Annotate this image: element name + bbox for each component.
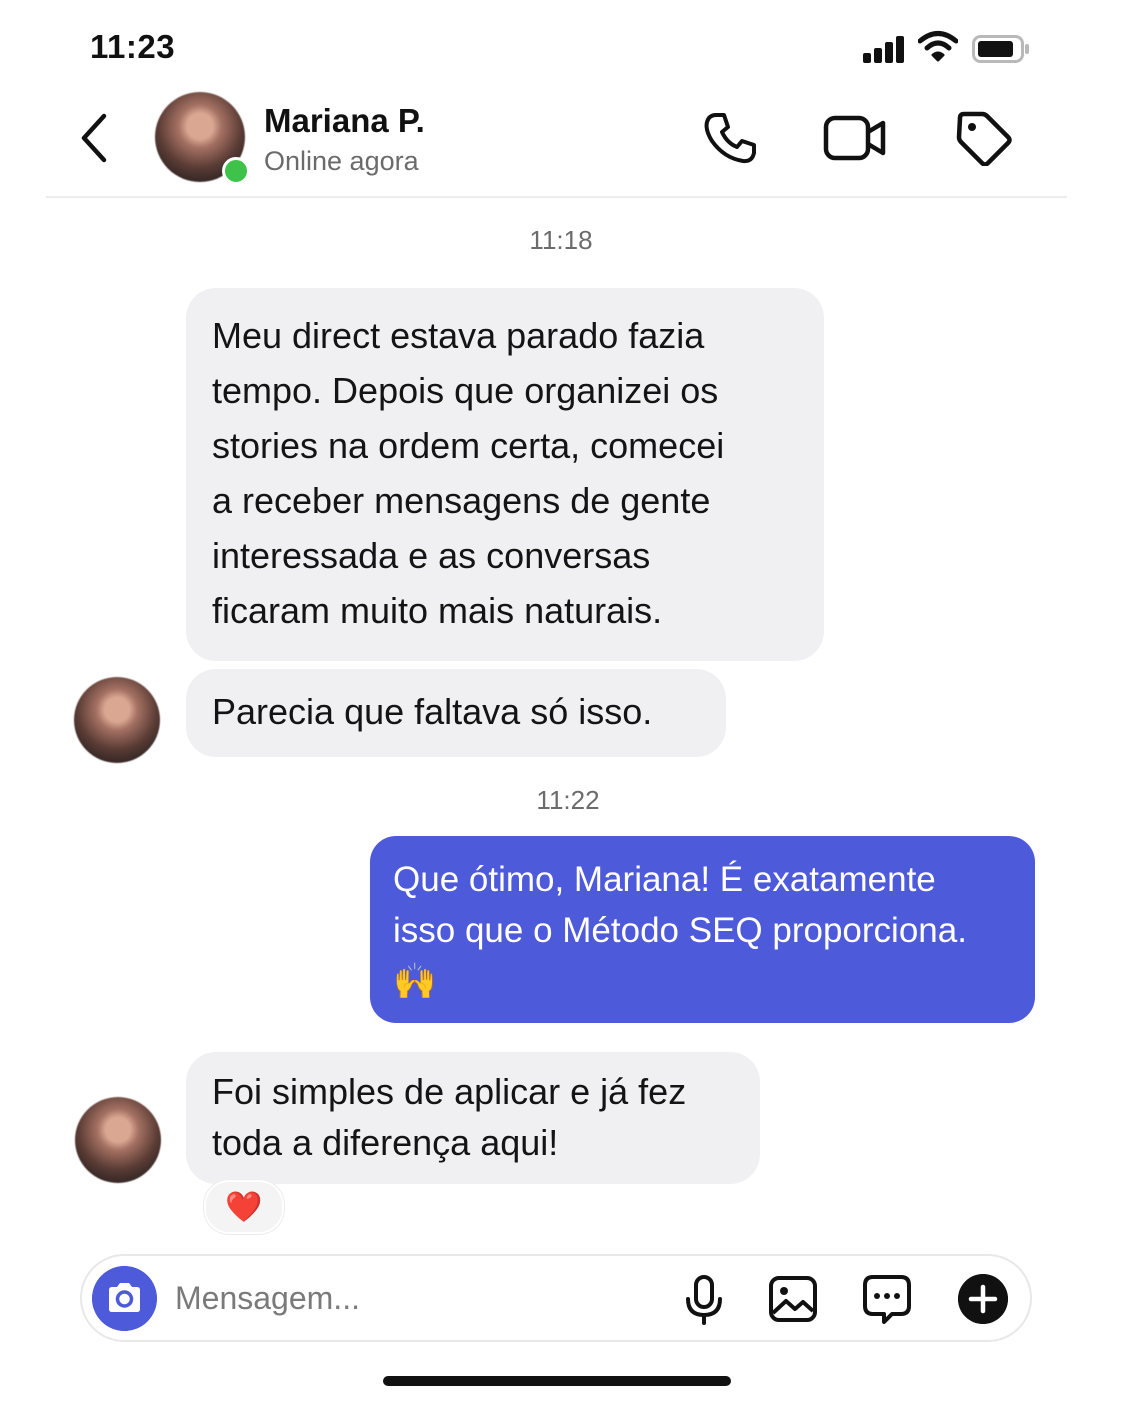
heart-icon: ❤️: [225, 1190, 263, 1224]
incoming-message[interactable]: Parecia que faltava só isso.: [186, 669, 726, 757]
message-line: tempo. Depois que organizei os: [212, 370, 719, 411]
header-divider: [46, 196, 1067, 198]
home-indicator[interactable]: [383, 1376, 731, 1386]
heart-reaction[interactable]: ❤️: [204, 1180, 284, 1234]
message-line: a receber mensagens de gente: [212, 480, 711, 521]
microphone-icon[interactable]: [684, 1274, 724, 1326]
sender-avatar[interactable]: [75, 1097, 161, 1183]
timestamp: 11:22: [536, 785, 600, 815]
message-line: isso que o Método SEQ proporciona.: [393, 911, 967, 950]
camera-icon[interactable]: [92, 1266, 157, 1331]
gallery-icon[interactable]: [768, 1275, 818, 1323]
signal-icon: [863, 35, 907, 63]
message-line: Que ótimo, Mariana! É exatamente: [393, 860, 936, 899]
message-line: Meu direct estava parado fazia: [212, 315, 705, 356]
message-line: stories na ordem certa, comecei: [212, 425, 725, 466]
sender-avatar[interactable]: [74, 677, 160, 763]
contact-status: Online agora: [264, 146, 419, 176]
battery-icon: [972, 35, 1029, 63]
status-time: 11:23: [90, 28, 176, 65]
sticker-chat-icon[interactable]: [862, 1274, 912, 1326]
tag-icon[interactable]: [955, 110, 1013, 166]
wifi-icon: [918, 31, 958, 62]
back-icon[interactable]: [76, 112, 116, 164]
message-input[interactable]: [175, 1272, 655, 1324]
outgoing-message[interactable]: Que ótimo, Mariana! É exatamente isso qu…: [370, 836, 1035, 1023]
message-line: toda a diferença aqui!: [212, 1122, 559, 1163]
timestamp: 11:18: [529, 225, 593, 255]
incoming-message[interactable]: Foi simples de aplicar e já fez toda a d…: [186, 1052, 760, 1184]
phone-icon[interactable]: [702, 110, 758, 166]
incoming-message[interactable]: Meu direct estava parado fazia tempo. De…: [186, 288, 824, 661]
online-indicator: [222, 157, 250, 185]
message-line: interessada e as conversas: [212, 535, 651, 576]
raising-hands-emoji: 🙌: [393, 962, 437, 1001]
plus-icon[interactable]: [958, 1274, 1008, 1324]
contact-name[interactable]: Mariana P.: [264, 102, 425, 140]
video-call-icon[interactable]: [823, 112, 887, 164]
message-line: ficaram muito mais naturais.: [212, 590, 663, 631]
message-line: Foi simples de aplicar e já fez: [212, 1071, 687, 1112]
